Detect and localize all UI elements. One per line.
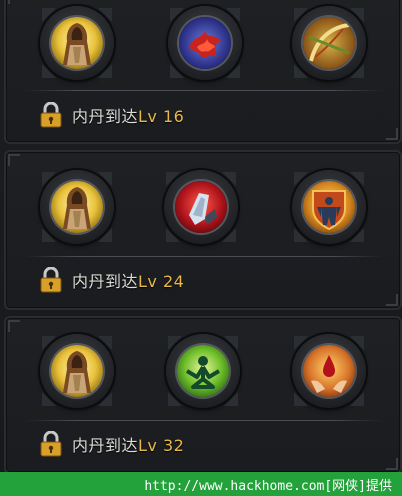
skill-slot-1[interactable] (40, 334, 114, 408)
skill-row-lv24: 内丹到达Lv 24 (4, 150, 402, 310)
skill-slot-1[interactable] (40, 170, 114, 244)
unlock-requirement: 内丹到达Lv 32 (40, 430, 184, 458)
skill-slot-3[interactable] (292, 6, 366, 80)
requirement-level: Lv 32 (138, 436, 185, 455)
watermark-text: http://www.hackhome.com[网侠]提供 (144, 478, 392, 494)
skill-slot-3[interactable] (292, 170, 366, 244)
requirement-prefix: 内丹到达 (72, 436, 139, 455)
skill-row-lv32: 内丹到达Lv 32 (4, 316, 402, 474)
lock-icon (40, 431, 62, 457)
blood-drop-hands-icon (303, 345, 355, 397)
requirement-level: Lv 16 (138, 107, 185, 126)
requirement-prefix: 内丹到达 (72, 107, 139, 126)
hooded-monk-icon (51, 345, 103, 397)
skill-row-lv16: 内丹到达Lv 16 (4, 0, 402, 144)
lock-icon (40, 267, 62, 293)
requirement-level: Lv 24 (138, 272, 185, 291)
row-divider (24, 420, 384, 421)
watermark-footer: http://www.hackhome.com[网侠]提供 (0, 472, 402, 496)
hooded-monk-icon (51, 181, 103, 233)
row-divider (24, 90, 384, 91)
skill-slot-2[interactable] (164, 170, 238, 244)
skill-slot-2[interactable] (168, 6, 242, 80)
skill-slot-1[interactable] (40, 6, 114, 80)
lock-icon (40, 102, 62, 128)
red-gauntlet-icon (175, 181, 227, 233)
shield-warrior-icon (303, 181, 355, 233)
green-meditation-icon (177, 345, 229, 397)
skill-slot-2[interactable] (166, 334, 240, 408)
golden-bow-icon (303, 17, 355, 69)
red-phoenix-icon (179, 17, 231, 69)
skill-unlock-list: 内丹到达Lv 16 内丹到达Lv 24 内丹到达Lv 32 (0, 0, 402, 474)
unlock-requirement: 内丹到达Lv 24 (40, 266, 184, 294)
requirement-prefix: 内丹到达 (72, 272, 139, 291)
skill-slot-3[interactable] (292, 334, 366, 408)
hooded-monk-icon (51, 17, 103, 69)
unlock-requirement: 内丹到达Lv 16 (40, 101, 184, 129)
row-divider (24, 256, 384, 257)
